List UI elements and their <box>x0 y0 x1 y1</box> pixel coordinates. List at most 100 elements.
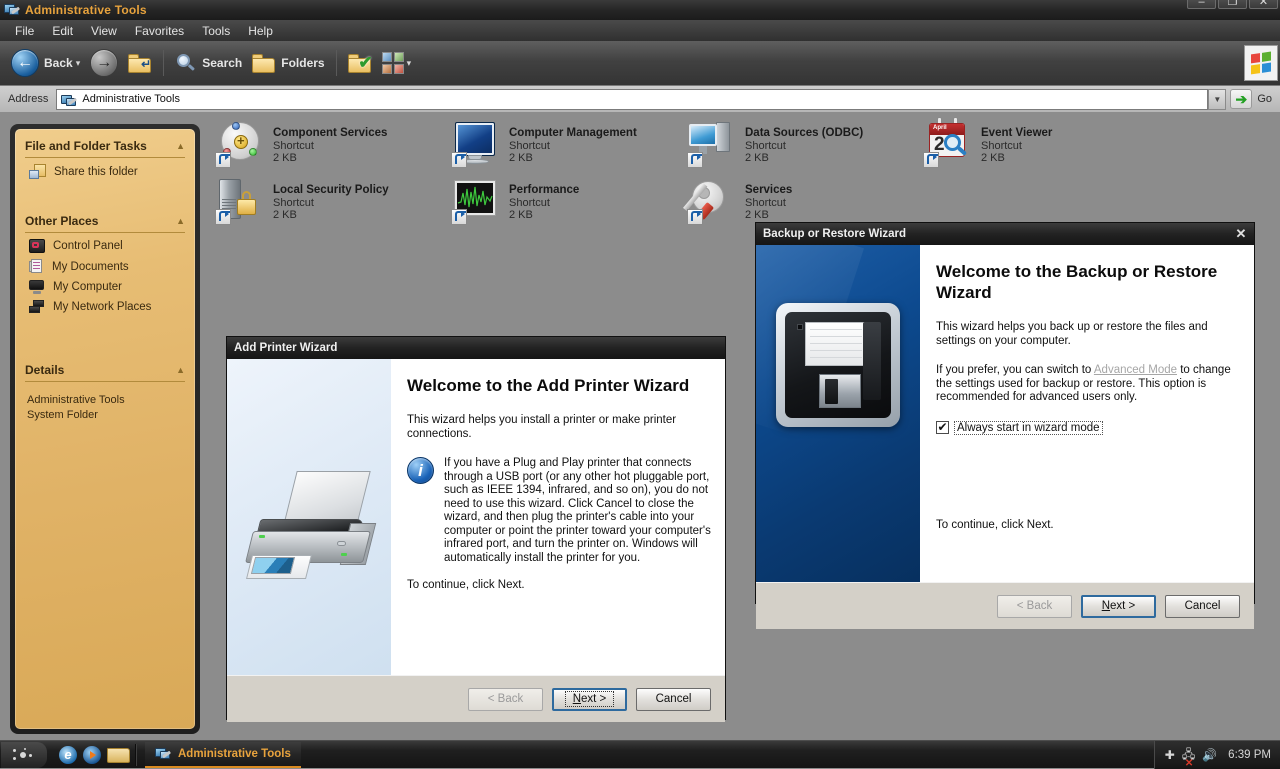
search-button[interactable]: Search <box>170 46 247 80</box>
admin-tools-icon <box>155 746 172 762</box>
sidebar-item-share-this-folder[interactable]: Share this folder <box>15 161 195 182</box>
backup-cancel-button[interactable]: Cancel <box>1165 594 1240 618</box>
up-folder-icon: ↵ <box>128 53 152 73</box>
sidebar-header-file-and-folder-tasks[interactable]: File and Folder Tasks ▲ <box>25 139 185 158</box>
backup-next-button[interactable]: Next > <box>1081 594 1156 618</box>
back-label: Back <box>44 56 73 70</box>
address-bar: Address Administrative Tools ▼ ➔ Go <box>0 85 1280 112</box>
network-disconnected-icon[interactable]: 🖧 <box>1182 745 1195 769</box>
show-desktop-folder-icon[interactable] <box>107 747 130 763</box>
windows-media-player-icon[interactable] <box>83 745 101 764</box>
minimize-button[interactable]: – <box>1187 0 1216 9</box>
backup-wizard-body: Welcome to the Backup or Restore Wizard … <box>756 245 1254 582</box>
file-type: Shortcut <box>745 140 786 152</box>
always-start-in-wizard-mode-checkbox-row[interactable]: ✔ Always start in wizard mode <box>936 420 1240 435</box>
printer-wizard-note: i If you have a Plug and Play printer th… <box>407 457 711 565</box>
printer-back-button: < Back <box>468 687 543 711</box>
taskbar-button-administrative-tools[interactable]: Administrative Tools <box>145 741 301 768</box>
always-start-in-wizard-mode-checkbox[interactable]: ✔ <box>936 421 949 434</box>
file-item-performance[interactable]: Performance Shortcut 2 KB <box>451 177 681 235</box>
sidebar-header-other-places[interactable]: Other Places ▲ <box>25 214 185 233</box>
file-name: Performance <box>509 184 580 196</box>
advanced-mode-link[interactable]: Advanced Mode <box>1094 364 1177 376</box>
sidebar-item-my-network-places[interactable]: My Network Places <box>15 297 195 317</box>
details-text: Administrative Tools System Folder <box>15 385 195 431</box>
menu-view[interactable]: View <box>82 22 126 40</box>
my-network-places-icon <box>29 300 45 314</box>
sidebar-item-control-panel[interactable]: Control Panel <box>15 236 195 256</box>
file-item-local-security-policy[interactable]: Local Security Policy Shortcut 2 KB <box>215 177 445 235</box>
back-button[interactable]: ← Back ▾ <box>6 46 85 80</box>
up-button[interactable]: ↵ <box>123 46 157 80</box>
volume-icon[interactable]: 🔊 <box>1202 748 1217 762</box>
internet-explorer-icon[interactable]: e <box>59 745 77 764</box>
file-item-component-services[interactable]: Component Services Shortcut 2 KB <box>215 120 445 178</box>
file-size: 2 KB <box>745 152 769 164</box>
address-input[interactable]: Administrative Tools <box>56 88 1209 110</box>
file-item-data-sources-odbc[interactable]: Data Sources (ODBC) Shortcut 2 KB <box>687 120 917 178</box>
backup-wizard-paragraph-2: If you prefer, you can switch to Advance… <box>936 364 1240 405</box>
window-controls: – ❐ ✕ <box>1187 0 1278 9</box>
backup-wizard-heading: Welcome to the Backup or Restore Wizard <box>936 262 1218 302</box>
collapse-chevron-icon[interactable]: ▲ <box>176 365 185 375</box>
sidebar-section-file-and-folder-tasks: File and Folder Tasks ▲ Share this folde… <box>15 139 195 182</box>
component-services-icon <box>215 120 265 168</box>
sidebar-item-my-computer[interactable]: My Computer <box>15 277 195 297</box>
address-value: Administrative Tools <box>82 93 180 105</box>
maximize-button[interactable]: ❐ <box>1218 0 1247 9</box>
menu-edit[interactable]: Edit <box>43 22 82 40</box>
collapse-chevron-icon[interactable]: ▲ <box>176 141 185 151</box>
printer-next-button[interactable]: Next > <box>552 687 627 711</box>
go-button[interactable]: ➔ Go <box>1226 89 1280 109</box>
collapse-chevron-icon[interactable]: ▲ <box>176 216 185 226</box>
folder-check-button[interactable]: ✔ <box>343 46 377 80</box>
event-viewer-icon: April 2 <box>923 117 973 168</box>
data-sources-icon <box>687 120 737 168</box>
printer-wizard-footer: < Back Next > Cancel <box>227 675 725 722</box>
back-arrow-icon: ← <box>11 49 39 77</box>
folders-button[interactable]: Folders <box>247 46 329 80</box>
shortcut-arrow-badge <box>687 209 703 225</box>
start-button[interactable] <box>1 741 47 768</box>
file-item-computer-management[interactable]: Computer Management Shortcut 2 KB <box>451 120 681 178</box>
sidebar-section-details: Details ▲ Administrative Tools System Fo… <box>15 363 195 431</box>
menu-favorites[interactable]: Favorites <box>126 22 193 40</box>
printer-wizard-note-text: If you have a Plug and Play printer that… <box>444 457 711 564</box>
chevron-down-icon[interactable]: ▾ <box>76 58 81 69</box>
clock[interactable]: 6:39 PM <box>1228 749 1271 761</box>
close-icon[interactable]: ✕ <box>1230 225 1252 243</box>
menu-help[interactable]: Help <box>239 22 282 40</box>
views-button[interactable]: ▾ <box>377 46 417 80</box>
menu-tools[interactable]: Tools <box>193 22 239 40</box>
start-orb-icon <box>11 747 37 762</box>
close-button[interactable]: ✕ <box>1249 0 1278 9</box>
bluetooth-icon[interactable]: ✚ <box>1165 748 1175 762</box>
printer-cancel-button[interactable]: Cancel <box>636 687 711 711</box>
printer-wizard-heading: Welcome to the Add Printer Wizard <box>407 376 690 395</box>
info-icon: i <box>407 457 434 484</box>
sidebar-header-details[interactable]: Details ▲ <box>25 363 185 382</box>
services-icon <box>683 177 737 225</box>
my-documents-icon <box>29 259 44 274</box>
local-security-policy-icon <box>215 177 265 225</box>
file-item-event-viewer[interactable]: April 2 Event Viewer Shortcut 2 KB <box>923 117 1153 178</box>
forward-button[interactable]: → <box>85 46 123 80</box>
file-size: 2 KB <box>745 209 769 221</box>
details-line-2: System Folder <box>27 409 98 421</box>
address-dropdown-chevron-icon[interactable]: ▼ <box>1208 88 1227 110</box>
views-chevron-down-icon[interactable]: ▾ <box>407 58 412 69</box>
explorer-window: Administrative Tools – ❐ ✕ File Edit Vie… <box>0 0 1280 740</box>
checkmark-icon: ✔ <box>937 419 948 434</box>
details-line-1: Administrative Tools <box>27 394 125 406</box>
menu-file[interactable]: File <box>6 22 43 40</box>
printer-wizard-paragraph-2: To continue, click Next. <box>407 579 525 591</box>
file-size: 2 KB <box>509 152 533 164</box>
file-type: Shortcut <box>273 140 314 152</box>
sidebar-item-my-documents[interactable]: My Documents <box>15 256 195 277</box>
folders-label: Folders <box>281 56 325 70</box>
backup-wizard-content: Welcome to the Backup or Restore Wizard … <box>920 245 1254 582</box>
printer-wizard-body: Welcome to the Add Printer Wizard This w… <box>227 359 725 675</box>
file-name: Computer Management <box>509 127 637 139</box>
file-name: Services <box>745 184 793 196</box>
views-thumbnail-icon <box>381 52 404 74</box>
